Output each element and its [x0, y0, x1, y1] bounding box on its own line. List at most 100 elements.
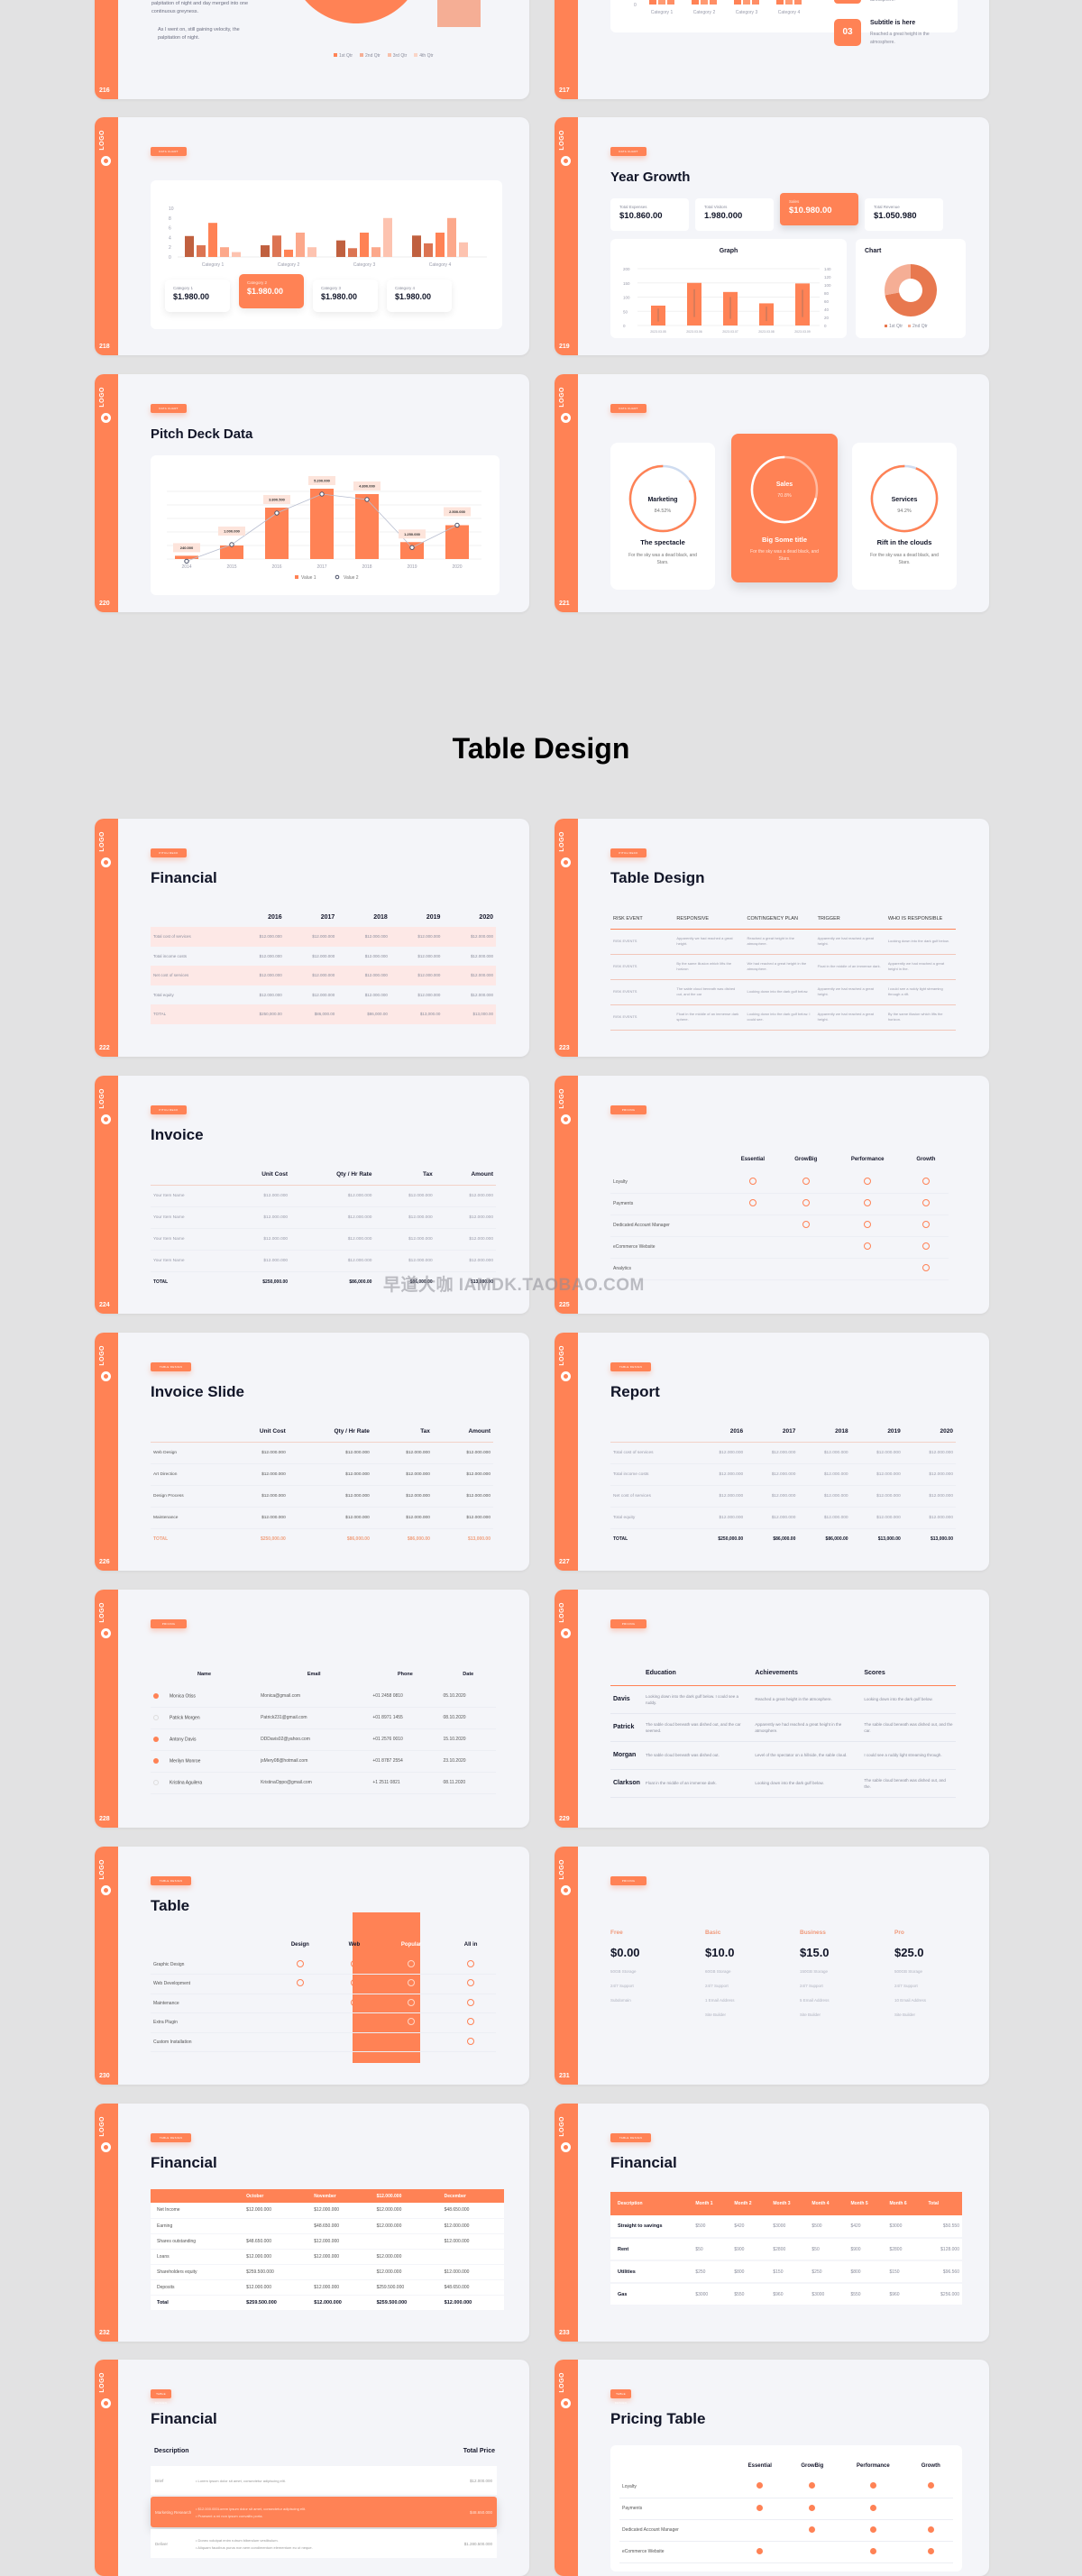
column-header: Amount [432, 1421, 493, 1443]
check-cell [838, 2476, 909, 2498]
stat-value: 1.980.000 [704, 211, 743, 221]
table-cell: $12.000.000 [290, 1228, 375, 1251]
plan-name: Free [610, 1930, 623, 1936]
contact-row: Patrick Morgen Patrick231@gmail.com +01 89… [151, 1707, 496, 1729]
row-name: Marketing Research [155, 2509, 192, 2515]
table-row: Net Income $12.000.000 $12.000.000 $12.000.… [151, 2203, 504, 2218]
table-cell: 05.10.2020 [440, 1685, 496, 1708]
logo-icon [561, 1885, 571, 1895]
table-cell: $13,000.00 [877, 1536, 901, 1543]
table-cell: I could see a ruddy light streaming thro… [885, 979, 956, 1005]
logo-text: LOGO [99, 831, 105, 852]
table-cell: $12.000.000 [312, 973, 335, 978]
slide-sidebar: LOGO [95, 2360, 118, 2576]
slide-title: Table Design [610, 869, 705, 886]
check-cell [779, 1193, 832, 1215]
table-row: Custom Installation [151, 2032, 496, 2052]
card-value: $1.980.00 [321, 292, 358, 301]
row-checkbox[interactable] [153, 1714, 159, 1720]
slide-sidebar: LOGO 224 [95, 1076, 118, 1314]
check-icon [408, 1998, 416, 2006]
check-cell [376, 2012, 446, 2033]
column-header: 2019 [850, 1421, 903, 1443]
table-cell: $12.000.000 [259, 973, 282, 978]
row-checkbox[interactable] [153, 1779, 159, 1785]
column-header [151, 1935, 269, 1955]
legend-swatch [335, 574, 340, 580]
table-cell: +01 2576 0010 [370, 1728, 441, 1751]
table-cell: $12.000.000 [903, 1442, 956, 1464]
section-tag: DATA CHART [610, 147, 646, 156]
table-cell: Reached a great height in the atmosphere… [752, 1685, 862, 1714]
table-cell: Art Direction [151, 1463, 225, 1486]
table-cell: $12.000.000 [374, 1228, 436, 1251]
table-cell: $12.000.000 [246, 2207, 271, 2214]
row-label: Dedicated Account Manager [619, 2519, 734, 2542]
column-header: Qty / Hr Rate [288, 1421, 372, 1443]
table-row: Total cost of services $12.000.000 $12.000… [610, 1442, 956, 1464]
column-header: Performance [850, 1157, 885, 1162]
legend-swatch [885, 325, 887, 327]
table-cell: $12.000.000 [432, 1485, 493, 1508]
y-tick-label: 2 [169, 245, 171, 251]
table-cell: $86,000.00 [407, 1536, 430, 1543]
row-checkbox[interactable] [153, 1692, 159, 1699]
table-cell: $12.000.000 [246, 2284, 271, 2290]
logo-icon [561, 1114, 571, 1124]
check-icon [809, 2526, 816, 2533]
table-cell: Maintenance [151, 1507, 225, 1529]
column-header: 2016 [691, 1421, 747, 1443]
y2-tick-label: 60 [824, 299, 830, 304]
pricing-table: Essential GrowBig Performance Growth Loyalty… [619, 2456, 953, 2563]
column-header: Growth [916, 1157, 936, 1162]
table-cell: $250 [695, 2269, 706, 2275]
table-cell: $12.000.000 [432, 1507, 493, 1529]
pricing-card: Essential GrowBig Performance Growth Loyalty… [610, 2445, 962, 2571]
logo-icon [101, 1371, 111, 1381]
table-cell: $12.000.000 [798, 1463, 851, 1486]
slide-234: LOGO TABLE DESIGN Financial Description … [95, 2360, 529, 2576]
table-cell: $12.000.000 [850, 1442, 903, 1464]
table-row: Loyalty [619, 2476, 953, 2498]
legend-label: 2nd Qtr [912, 324, 928, 329]
risk-table: RISK EVENT RESPONSIVE CONTINGENCY PLAN TRIG… [610, 909, 956, 1031]
check-cell [331, 1974, 377, 1994]
table-cell: Total income costs [153, 953, 188, 958]
row-checkbox[interactable] [153, 1757, 159, 1764]
table-cell: $12.000.000 [903, 1463, 956, 1486]
check-cell [786, 2498, 839, 2520]
page-number: 222 [99, 1045, 110, 1051]
slide-sidebar: LOGO 220 [95, 374, 118, 612]
row-checkbox[interactable] [153, 1736, 159, 1742]
check-cell [725, 1171, 780, 1194]
description-row: Marketing Research • $12.000.000Lorem ips… [151, 2497, 497, 2527]
column-header: Web [348, 1942, 361, 1948]
column-header [151, 1421, 225, 1443]
plan-price: $25.0 [894, 1946, 924, 1959]
progress-cards: Marketing 84.52% The spectacle For the sky … [610, 430, 962, 590]
table-cell: +01 8971 1455 [370, 1707, 441, 1729]
logo-text: LOGO [559, 1859, 565, 1880]
check-icon [756, 2504, 764, 2511]
data-label: 2.500.000 [449, 509, 466, 514]
table-cell: $12.000.000 [746, 1463, 799, 1486]
logo-icon [101, 156, 111, 166]
row-price: $48.650.000 [469, 2509, 492, 2515]
table-cell: $12.000.000 [224, 1442, 289, 1464]
category-cards: Category 1 $1.980.00 Category 2 $1.980.00 Ca… [165, 274, 452, 312]
column-header [610, 1662, 643, 1686]
progress-card: Sales 70.8% Big Some title For the sky was … [731, 434, 838, 582]
logo-text: LOGO [559, 1088, 565, 1109]
logo-icon [561, 1371, 571, 1381]
slide-sidebar: LOGO 231 [555, 1847, 578, 2085]
table-cell: $12.000.000 [246, 2253, 271, 2260]
category-card: Category 3 $1.980.00 [313, 280, 378, 312]
page-number: 228 [99, 1816, 110, 1822]
row-price: $1.280.500.000 [463, 2541, 492, 2546]
table-row: Clarkson Float in the middle of an immens… [610, 1769, 956, 1798]
table-row: Your Item Name $12.000.000 $12.000.000 $12.… [151, 1228, 496, 1251]
x-tick-label: 2023.03.09 [794, 330, 811, 334]
check-cell [831, 1258, 903, 1280]
table-cell: $12.000.000 [312, 992, 335, 997]
slide-title: Pricing Table [610, 2410, 706, 2427]
